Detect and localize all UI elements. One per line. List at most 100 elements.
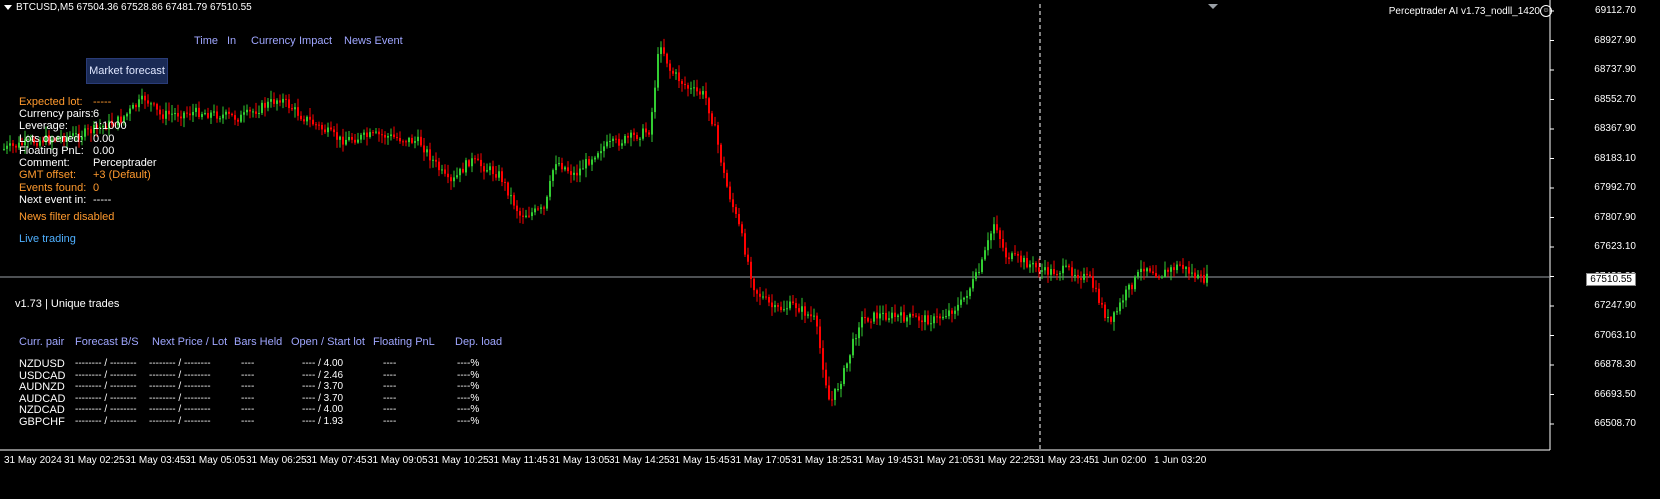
time-tick-label: 31 May 05:05 — [185, 455, 246, 466]
candle-body — [771, 302, 773, 308]
candle-body — [579, 168, 581, 176]
candle-body — [669, 63, 671, 71]
candle-body — [1017, 254, 1019, 256]
ea-smiley-icon[interactable]: ☺ — [1540, 5, 1552, 17]
candle-body — [1197, 274, 1199, 279]
candle-body — [306, 116, 308, 122]
table-cell: -------- / -------- — [75, 415, 137, 427]
table-cell: -------- / -------- — [149, 404, 211, 415]
candle-body — [876, 312, 878, 319]
candle-body — [147, 100, 149, 104]
candle-body — [303, 119, 305, 122]
candle-body — [426, 149, 428, 153]
candle-body — [444, 169, 446, 174]
candle-body — [1029, 264, 1031, 268]
table-header: Next Price / Lot — [152, 336, 228, 348]
candle-body — [1134, 276, 1136, 290]
candle-body — [1194, 272, 1196, 279]
candle-body — [1050, 268, 1052, 275]
candle-body — [1047, 267, 1049, 275]
candle-body — [135, 104, 137, 108]
candle-body — [333, 129, 335, 133]
candle-body — [570, 171, 572, 175]
candle-body — [945, 316, 947, 318]
time-tick-label: 31 May 15:45 — [669, 455, 730, 466]
candle-body — [342, 136, 344, 145]
candle-body — [741, 224, 743, 234]
candle-body — [357, 139, 359, 143]
candle-body — [708, 98, 710, 114]
symbol-header[interactable]: BTCUSD,M5 67504.36 67528.86 67481.79 675… — [4, 2, 252, 13]
candle-body — [654, 87, 656, 113]
market-forecast-button[interactable]: Market forecast — [86, 58, 168, 84]
candle-body — [1026, 257, 1028, 268]
candle-body — [1128, 284, 1130, 290]
candle-body — [813, 315, 815, 317]
candle-body — [984, 250, 986, 260]
candle-body — [777, 305, 779, 307]
candle-body — [1113, 312, 1115, 322]
candle-body — [369, 132, 371, 137]
candle-body — [846, 363, 848, 369]
table-cell: -------- / -------- — [75, 404, 137, 415]
candle-body — [840, 383, 842, 390]
table-cell: -------- / -------- — [149, 369, 211, 381]
candle-body — [270, 99, 272, 102]
candle-body — [555, 164, 557, 171]
candle-body — [417, 136, 419, 142]
candle-body — [957, 304, 959, 311]
candle-body — [807, 314, 809, 316]
candle-body — [759, 293, 761, 297]
price-tick-label: 67807.90 — [1594, 211, 1636, 223]
table-cell: ---- — [383, 369, 397, 381]
candle-body — [933, 316, 935, 324]
time-tick-label: 31 May 22:25 — [974, 455, 1035, 466]
candle-body — [471, 158, 473, 167]
candle-body — [606, 141, 608, 147]
candle-body — [975, 272, 977, 280]
candle-body — [1032, 262, 1034, 265]
table-cell: -------- / -------- — [75, 369, 137, 381]
table-header: Floating PnL — [373, 336, 435, 348]
info-label: Leverage: — [19, 120, 68, 132]
candle-body — [516, 205, 518, 212]
time-tick-label: 31 May 03:45 — [125, 455, 186, 466]
dropdown-arrow-icon[interactable] — [4, 4, 12, 10]
candle-body — [210, 112, 212, 118]
info-label: Expected lot: — [19, 96, 83, 108]
info-value: ----- — [93, 96, 112, 108]
candle-body — [1203, 275, 1205, 283]
candle-body — [564, 167, 566, 170]
candle-body — [1038, 267, 1040, 272]
candle-body — [186, 112, 188, 114]
candle-body — [930, 323, 932, 325]
candle-body — [699, 91, 701, 95]
time-tick-label: 31 May 10:25 — [428, 455, 489, 466]
candle-body — [1200, 274, 1202, 276]
table-cell: ---- — [241, 381, 255, 392]
table-row-pair: NZDUSD — [19, 358, 65, 370]
candle-body — [903, 312, 905, 322]
candle-body — [1002, 238, 1004, 248]
candle-body — [414, 141, 416, 143]
candle-body — [474, 158, 476, 160]
candle-body — [294, 107, 296, 110]
candle-body — [906, 317, 908, 322]
price-tick-label: 66693.50 — [1594, 388, 1636, 400]
candle-body — [852, 338, 854, 356]
candle-body — [597, 153, 599, 158]
time-tick-label: 31 May 2024 — [4, 455, 62, 466]
time-tick-label: 31 May 14:25 — [609, 455, 670, 466]
mt-chart-window[interactable]: BTCUSD,M5 67504.36 67528.86 67481.79 675… — [0, 0, 1660, 499]
table-cell: ---- — [241, 415, 255, 427]
candle-body — [867, 318, 869, 322]
time-tick-label: 31 May 07:45 — [306, 455, 367, 466]
candle-body — [828, 385, 830, 400]
candle-body — [687, 85, 689, 89]
candle-body — [990, 233, 992, 241]
candle-body — [183, 112, 185, 119]
candle-body — [675, 72, 677, 74]
candle-body — [1008, 257, 1010, 260]
candle-body — [702, 91, 704, 95]
info-label: Events found: — [19, 182, 87, 194]
